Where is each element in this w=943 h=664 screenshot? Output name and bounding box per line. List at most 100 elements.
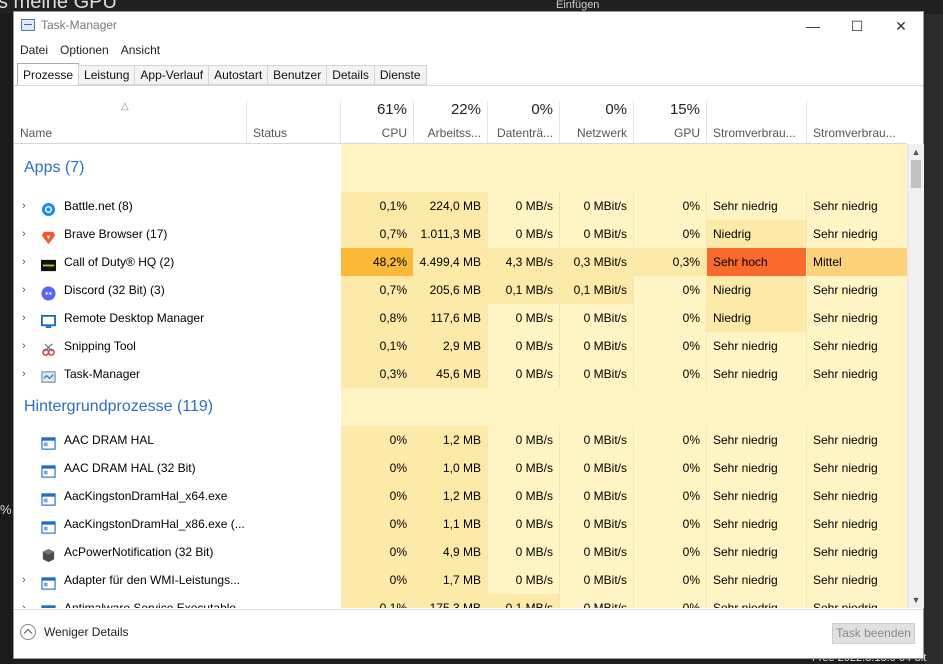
group-header-background: Hintergrundprozesse (119) bbox=[14, 388, 907, 426]
minimize-button[interactable]: — bbox=[791, 12, 835, 40]
scrollbar-thumb[interactable] bbox=[911, 160, 921, 188]
end-task-button[interactable]: Task beenden bbox=[832, 623, 915, 644]
process-row[interactable]: › Adapter für den WMI-Leistungs... 0% 1,7 M… bbox=[14, 566, 907, 594]
close-button[interactable]: ✕ bbox=[879, 12, 923, 40]
process-name-cell[interactable]: AAC DRAM HAL bbox=[14, 426, 247, 454]
process-power: Sehr niedrig bbox=[707, 360, 807, 388]
process-list: Apps (7) › Battle.net (8) 0,1% 224,0 MB 0 MB/… bbox=[14, 144, 907, 608]
process-name-cell[interactable]: › Discord (32 Bit) (3) bbox=[14, 276, 247, 304]
fewer-details-button[interactable]: Weniger Details bbox=[20, 624, 128, 640]
process-row[interactable]: › Call of Duty® HQ (2) 48,2% 4.499,4 MB 4,3 … bbox=[14, 248, 907, 276]
process-row[interactable]: AacKingstonDramHal_x64.exe 0% 1,2 MB 0 MB/s… bbox=[14, 482, 907, 510]
chevron-right-icon[interactable]: › bbox=[22, 304, 26, 332]
tab-dienste[interactable]: Dienste bbox=[373, 65, 427, 85]
tab-benutzer[interactable]: Benutzer bbox=[267, 65, 328, 85]
brave-icon bbox=[41, 227, 56, 245]
column-power-label: Stromverbrau... bbox=[713, 126, 796, 140]
chevron-right-icon[interactable]: › bbox=[22, 566, 26, 594]
chevron-right-icon[interactable]: › bbox=[22, 220, 26, 248]
process-mem: 1,2 MB bbox=[414, 482, 488, 510]
disk-total: 0% bbox=[531, 101, 553, 118]
process-row[interactable]: › Battle.net (8) 0,1% 224,0 MB 0 MB/s 0 MBit/… bbox=[14, 192, 907, 220]
process-net: 0 MBit/s bbox=[560, 426, 634, 454]
background-percent: % bbox=[0, 502, 12, 517]
process-name-cell[interactable]: › Battle.net (8) bbox=[14, 192, 247, 220]
process-disk: 0 MB/s bbox=[488, 482, 560, 510]
process-row[interactable]: › Remote Desktop Manager 0,8% 117,6 MB 0 MB/… bbox=[14, 304, 907, 332]
process-gpu: 0% bbox=[634, 482, 707, 510]
column-name-label: Name bbox=[20, 126, 53, 140]
process-disk: 0 MB/s bbox=[488, 304, 560, 332]
column-disk[interactable]: 0% Datenträ... bbox=[488, 101, 560, 143]
menu-bar: Datei Optionen Ansicht bbox=[14, 41, 166, 61]
process-row[interactable]: AAC DRAM HAL (32 Bit) 0% 1,0 MB 0 MB/s 0 MBi… bbox=[14, 454, 907, 482]
process-row[interactable]: › Brave Browser (17) 0,7% 1.011,3 MB 0 MB/s 0… bbox=[14, 220, 907, 248]
column-cpu[interactable]: 61% CPU bbox=[341, 101, 414, 143]
process-cpu: 0% bbox=[341, 566, 414, 594]
vertical-scrollbar[interactable]: ▲ ▼ bbox=[907, 144, 924, 608]
process-name-cell[interactable]: › Task-Manager bbox=[14, 360, 247, 388]
chevron-right-icon[interactable]: › bbox=[22, 192, 26, 220]
process-cpu: 0,1% bbox=[341, 594, 414, 608]
process-name-cell[interactable]: AAC DRAM HAL (32 Bit) bbox=[14, 454, 247, 482]
scroll-up-icon[interactable]: ▲ bbox=[908, 144, 924, 160]
process-row[interactable]: AcPowerNotification (32 Bit) 0% 4,9 MB 0 MB… bbox=[14, 538, 907, 566]
chevron-right-icon[interactable]: › bbox=[22, 332, 26, 360]
tab-prozesse[interactable]: Prozesse bbox=[17, 63, 80, 86]
column-power-trend[interactable]: Stromverbrau... bbox=[807, 101, 907, 143]
tab-bar: Prozesse Leistung App-Verlauf Autostart Benu… bbox=[17, 63, 427, 86]
maximize-button[interactable]: ☐ bbox=[835, 12, 879, 40]
chevron-right-icon[interactable]: › bbox=[22, 594, 26, 608]
tab-app-verlauf[interactable]: App-Verlauf bbox=[134, 65, 210, 85]
process-name-cell[interactable]: AcPowerNotification (32 Bit) bbox=[14, 538, 247, 566]
process-status bbox=[247, 454, 341, 482]
scroll-down-icon[interactable]: ▼ bbox=[908, 592, 924, 608]
process-mem: 1,1 MB bbox=[414, 510, 488, 538]
title-bar[interactable]: Task-Manager — ☐ ✕ bbox=[14, 12, 923, 40]
menu-ansicht[interactable]: Ansicht bbox=[115, 41, 166, 61]
chevron-right-icon[interactable]: › bbox=[22, 276, 26, 304]
process-name-cell[interactable]: AacKingstonDramHal_x64.exe bbox=[14, 482, 247, 510]
column-disk-label: Datenträ... bbox=[496, 126, 553, 140]
menu-datei[interactable]: Datei bbox=[14, 41, 54, 61]
column-name[interactable]: △ Name bbox=[14, 101, 247, 143]
process-name-cell[interactable]: › Call of Duty® HQ (2) bbox=[14, 248, 247, 276]
fewer-details-label: Weniger Details bbox=[44, 625, 129, 639]
process-status bbox=[247, 276, 341, 304]
tab-details[interactable]: Details bbox=[326, 65, 375, 85]
process-name-cell[interactable]: › Remote Desktop Manager bbox=[14, 304, 247, 332]
group-heat-strip bbox=[341, 388, 907, 426]
process-gpu: 0% bbox=[634, 192, 707, 220]
process-name-cell[interactable]: AacKingstonDramHal_x86.exe (... bbox=[14, 510, 247, 538]
process-name: AcPowerNotification (32 Bit) bbox=[64, 545, 214, 559]
process-row[interactable]: › Discord (32 Bit) (3) 0,7% 205,6 MB 0,1 MB/… bbox=[14, 276, 907, 304]
process-cpu: 0% bbox=[341, 454, 414, 482]
column-status[interactable]: Status bbox=[247, 101, 341, 143]
process-mem: 117,6 MB bbox=[414, 304, 488, 332]
process-name-cell[interactable]: › Adapter für den WMI-Leistungs... bbox=[14, 566, 247, 594]
background-right-strip bbox=[924, 14, 943, 664]
chevron-right-icon[interactable]: › bbox=[22, 248, 26, 276]
column-memory[interactable]: 22% Arbeitss... bbox=[414, 101, 488, 143]
process-row[interactable]: › Antimalware Service Executable 0,1% 175,3… bbox=[14, 594, 907, 608]
column-power[interactable]: Stromverbrau... bbox=[707, 101, 807, 143]
process-power-trend: Sehr niedrig bbox=[807, 538, 907, 566]
process-mem: 205,6 MB bbox=[414, 276, 488, 304]
process-name-cell[interactable]: › Brave Browser (17) bbox=[14, 220, 247, 248]
menu-optionen[interactable]: Optionen bbox=[54, 41, 115, 61]
process-row[interactable]: AacKingstonDramHal_x86.exe (... 0% 1,1 MB 0… bbox=[14, 510, 907, 538]
tab-leistung[interactable]: Leistung bbox=[78, 65, 136, 85]
process-name-cell[interactable]: › Snipping Tool bbox=[14, 332, 247, 360]
process-row[interactable]: › Task-Manager 0,3% 45,6 MB 0 MB/s 0 MBit/s 0%… bbox=[14, 360, 907, 388]
process-mem: 224,0 MB bbox=[414, 192, 488, 220]
column-gpu[interactable]: 15% GPU bbox=[634, 101, 707, 143]
tab-autostart[interactable]: Autostart bbox=[208, 65, 269, 85]
process-name: AacKingstonDramHal_x86.exe (... bbox=[64, 517, 245, 531]
process-power: Sehr niedrig bbox=[707, 510, 807, 538]
process-row[interactable]: › Snipping Tool 0,1% 2,9 MB 0 MB/s 0 MBit/s 0%… bbox=[14, 332, 907, 360]
process-row[interactable]: AAC DRAM HAL 0% 1,2 MB 0 MB/s 0 MBit/s 0% Sehr… bbox=[14, 426, 907, 454]
process-name-cell[interactable]: › Antimalware Service Executable bbox=[14, 594, 247, 608]
chevron-right-icon[interactable]: › bbox=[22, 360, 26, 388]
process-power-trend: Sehr niedrig bbox=[807, 594, 907, 608]
column-network[interactable]: 0% Netzwerk bbox=[560, 101, 634, 143]
